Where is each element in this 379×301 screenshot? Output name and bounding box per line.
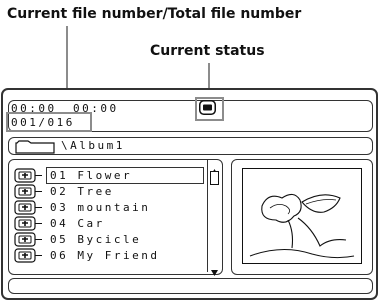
- file-list-panel: 01 Flower 02 Tree 03 mountain 04 Car 05 Byci…: [8, 159, 223, 276]
- callout-current-status: Current status: [150, 43, 265, 59]
- image-thumbnail-icon: [242, 168, 362, 268]
- file-list-item-label: 04 Car: [50, 217, 105, 230]
- file-list-item[interactable]: 05 Bycicle: [12, 232, 212, 248]
- file-list-item-label: 06 My Friend: [50, 249, 160, 262]
- path-text: \Album1: [61, 139, 125, 152]
- file-list-item[interactable]: 03 mountain: [12, 200, 212, 216]
- scrollbar[interactable]: [207, 160, 221, 276]
- file-list-item[interactable]: 06 My Friend: [12, 248, 212, 264]
- scrollbar-thumb[interactable]: [210, 171, 219, 185]
- preview-panel: [231, 159, 373, 275]
- message-bar: [8, 278, 373, 294]
- status-panel: 00:00 00:00 001/016: [6, 97, 373, 132]
- file-icon: [14, 248, 44, 267]
- folder-icon: [15, 139, 55, 158]
- osd-screen: 00:00 00:00 001/016 \Album1 01 Flower 02…: [0, 87, 379, 301]
- file-list-item[interactable]: 02 Tree: [12, 184, 212, 200]
- path-bar: \Album1: [8, 137, 373, 155]
- stop-icon: [199, 100, 216, 119]
- file-list-item-label: 02 Tree: [50, 185, 114, 198]
- selected-item-box: [46, 167, 204, 184]
- file-list-item[interactable]: 01 Flower: [12, 167, 212, 184]
- callout-file-number: Current file number/Total file number: [7, 6, 302, 22]
- file-list-item[interactable]: 04 Car: [12, 216, 212, 232]
- osd-frame: 00:00 00:00 001/016 \Album1 01 Flower 02…: [1, 88, 378, 300]
- file-counter-highlight: [6, 112, 92, 132]
- file-list-item-label: 05 Bycicle: [50, 233, 142, 246]
- file-list-item-label: 03 mountain: [50, 201, 151, 214]
